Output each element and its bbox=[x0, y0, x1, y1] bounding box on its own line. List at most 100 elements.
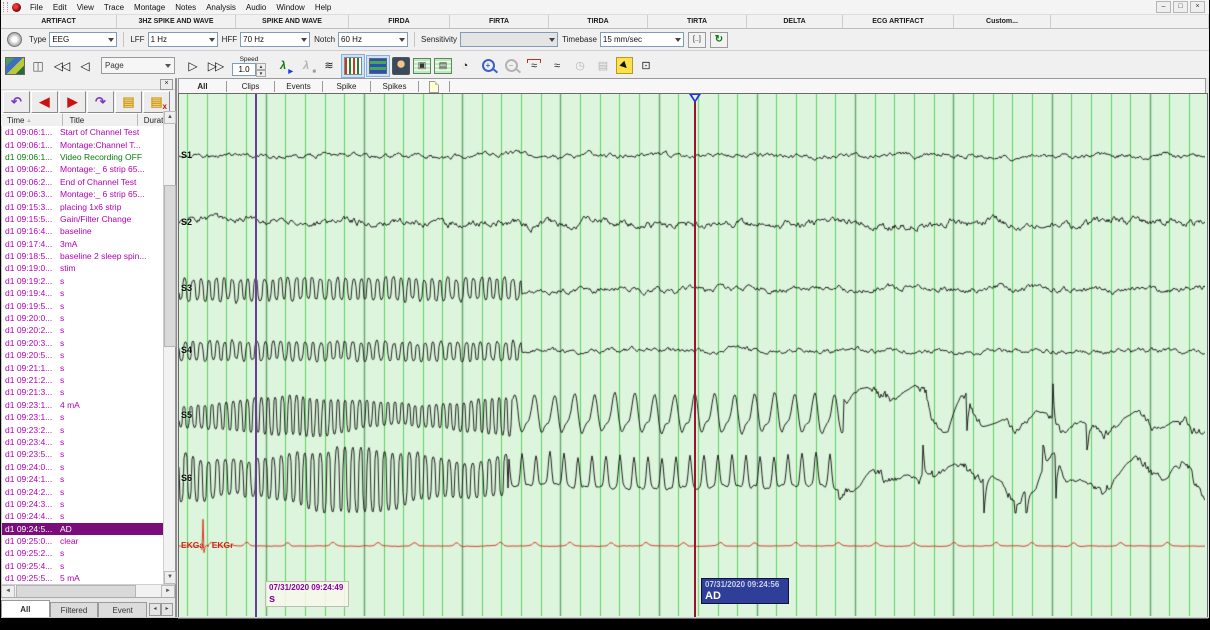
clock-icon[interactable]: ◷ bbox=[570, 56, 590, 76]
event-wave-icon[interactable]: ≈ bbox=[547, 56, 567, 76]
current-cursor[interactable] bbox=[694, 94, 696, 618]
scroll-up-icon[interactable]: ▲ bbox=[164, 111, 176, 124]
analysis-icon[interactable]: ◔ bbox=[455, 56, 475, 76]
type-select[interactable]: EEG bbox=[49, 32, 117, 47]
event-row[interactable]: d1 09:18:5...baseline 2 sleep spin... bbox=[2, 250, 165, 262]
menu-audio[interactable]: Audio bbox=[241, 3, 271, 12]
montage-wheel-icon[interactable] bbox=[7, 32, 22, 47]
page-select[interactable]: Page bbox=[101, 57, 175, 74]
menu-help[interactable]: Help bbox=[310, 3, 336, 12]
speed-spinner[interactable]: Speed1.0▲▼ bbox=[232, 56, 266, 76]
event-row[interactable]: d1 09:24:5...AD bbox=[2, 523, 165, 535]
speed-up-icon[interactable]: ▲ bbox=[256, 63, 266, 70]
channels-view-icon[interactable] bbox=[344, 57, 362, 75]
sensitivity-select[interactable] bbox=[460, 32, 558, 47]
patient-info-icon[interactable] bbox=[392, 57, 410, 75]
menu-edit[interactable]: Edit bbox=[48, 3, 72, 12]
zoom-in-icon[interactable]: + bbox=[478, 56, 498, 76]
trace-tab-spikes[interactable]: Spikes bbox=[371, 81, 419, 92]
vscroll-thumb[interactable] bbox=[164, 185, 176, 347]
quick-button-tirta[interactable]: TIRTA bbox=[648, 15, 747, 28]
minimize-button[interactable]: – bbox=[1156, 1, 1171, 13]
event-row[interactable]: d1 09:23:1...4 mA bbox=[2, 399, 165, 411]
step-back-button[interactable]: ◁ bbox=[74, 56, 94, 76]
fast-rewind-button[interactable]: ◁◁ bbox=[51, 56, 71, 76]
quick-button-delta[interactable]: DELTA bbox=[747, 15, 843, 28]
montage-overview-icon[interactable] bbox=[5, 57, 25, 75]
prev-event-button[interactable]: ◀ bbox=[31, 91, 58, 113]
event-row[interactable]: d1 09:20:3...s bbox=[2, 337, 165, 349]
menu-view[interactable]: View bbox=[72, 3, 99, 12]
step-forward-button[interactable]: ▷ bbox=[182, 56, 202, 76]
event-row[interactable]: d1 09:23:5...s bbox=[2, 448, 165, 460]
event-row[interactable]: d1 09:06:3...Montage:_ 6 strip 65... bbox=[2, 188, 165, 200]
event-cursor[interactable] bbox=[255, 94, 257, 618]
hff-select[interactable]: 70 Hz bbox=[240, 32, 310, 47]
goto-event-icon[interactable]: ▶ bbox=[616, 57, 633, 74]
event-row[interactable]: d1 09:20:0...s bbox=[2, 312, 165, 324]
menu-analysis[interactable]: Analysis bbox=[201, 3, 241, 12]
brackets-button[interactable]: [..] bbox=[688, 32, 706, 48]
speed-value[interactable]: 1.0 bbox=[232, 63, 256, 76]
grid-view-icon[interactable] bbox=[369, 58, 387, 74]
zoom-out-icon[interactable]: − bbox=[501, 56, 521, 76]
tab-prev-icon[interactable]: ◂ bbox=[149, 603, 161, 616]
notes-icon[interactable]: ▤ bbox=[593, 56, 613, 76]
restore-button[interactable]: □ bbox=[1173, 1, 1188, 13]
eeg-canvas[interactable] bbox=[179, 94, 1205, 616]
event-row[interactable]: d1 09:24:2...s bbox=[2, 485, 165, 497]
trace-area[interactable]: S1S2S3S4S5S6EKGa - EKGr07/31/2020 09:24:… bbox=[178, 93, 1208, 619]
trace-tab-clips[interactable]: Clips bbox=[227, 81, 275, 92]
undo-arrow-icon[interactable]: ↶ bbox=[3, 91, 30, 113]
quick-button-firta[interactable]: FIRTA bbox=[450, 15, 549, 28]
quick-button-firda[interactable]: FIRDA bbox=[349, 15, 450, 28]
event-row[interactable]: d1 09:24:0...s bbox=[2, 461, 165, 473]
event-row[interactable]: d1 09:15:3...placing 1x6 strip bbox=[2, 200, 165, 212]
close-button[interactable]: × bbox=[1190, 1, 1205, 13]
event-row[interactable]: d1 09:24:1...s bbox=[2, 473, 165, 485]
delete-note-icon[interactable]: ▤ bbox=[143, 91, 170, 113]
video-camera-icon[interactable]: ◫ bbox=[28, 56, 48, 76]
event-row[interactable]: d1 09:06:1...Video Recording OFF bbox=[2, 151, 165, 163]
trace-tab-all[interactable]: All bbox=[179, 81, 227, 92]
menu-file[interactable]: File bbox=[25, 3, 48, 12]
trace-tab-spike[interactable]: Spike bbox=[323, 81, 371, 92]
event-row[interactable]: d1 09:06:1...Montage:Channel T... bbox=[2, 138, 165, 150]
event-tab-event[interactable]: Event bbox=[98, 602, 147, 618]
refresh-button[interactable]: ↻ bbox=[710, 32, 728, 48]
quick-button-artifact[interactable]: ARTIFACT bbox=[1, 15, 117, 28]
event-row[interactable]: d1 09:17:4...3mA bbox=[2, 238, 165, 250]
event-row[interactable]: d1 09:23:1...s bbox=[2, 411, 165, 423]
quick-button-3hz-spike-and-wave[interactable]: 3HZ SPIKE AND WAVE bbox=[117, 15, 236, 28]
event-row[interactable]: d1 09:21:1...s bbox=[2, 361, 165, 373]
event-row[interactable]: d1 09:23:2...s bbox=[2, 423, 165, 435]
event-row[interactable]: d1 09:19:4...s bbox=[2, 287, 165, 299]
goto-note-icon[interactable]: ▤ bbox=[115, 91, 142, 113]
quick-button-spike-and-wave[interactable]: SPIKE AND WAVE bbox=[236, 15, 349, 28]
print-icon[interactable]: ▤ bbox=[434, 58, 452, 74]
event-row[interactable]: d1 09:20:2...s bbox=[2, 324, 165, 336]
event-row[interactable]: d1 09:16:4...baseline bbox=[2, 225, 165, 237]
cursor-marker-icon[interactable] bbox=[689, 94, 701, 103]
lff-select[interactable]: 1 Hz bbox=[148, 32, 218, 47]
panel-close-icon[interactable]: × bbox=[160, 79, 173, 90]
event-row[interactable]: d1 09:24:3...s bbox=[2, 498, 165, 510]
measure-wave-icon[interactable]: ≈ bbox=[524, 56, 544, 76]
event-row[interactable]: d1 09:06:2...Montage:_ 6 strip 65... bbox=[2, 163, 165, 175]
notch-select[interactable]: 60 Hz bbox=[338, 32, 408, 47]
tab-next-icon[interactable]: ▸ bbox=[161, 603, 173, 616]
event-row[interactable]: d1 09:23:4...s bbox=[2, 436, 165, 448]
annotation-s[interactable]: 07/31/2020 09:24:49s bbox=[265, 581, 349, 607]
montage-edit-icon[interactable]: ≋ bbox=[319, 56, 339, 76]
event-row[interactable]: d1 09:21:3...s bbox=[2, 386, 165, 398]
menu-notes[interactable]: Notes bbox=[170, 3, 201, 12]
event-row[interactable]: d1 09:15:5...Gain/Filter Change bbox=[2, 213, 165, 225]
event-row[interactable]: d1 09:21:2...s bbox=[2, 374, 165, 386]
event-row[interactable]: d1 09:25:5...5 mA bbox=[2, 572, 165, 584]
speed-down-icon[interactable]: ▼ bbox=[256, 70, 266, 77]
quick-button-custom-[interactable]: Custom... bbox=[954, 15, 1051, 28]
autoplay-stop-icon[interactable]: λ bbox=[296, 56, 316, 76]
event-list-vscrollbar[interactable]: ▲ ▼ bbox=[163, 111, 175, 584]
event-row[interactable]: d1 09:19:0...stim bbox=[2, 262, 165, 274]
scroll-down-icon[interactable]: ▼ bbox=[164, 571, 176, 584]
